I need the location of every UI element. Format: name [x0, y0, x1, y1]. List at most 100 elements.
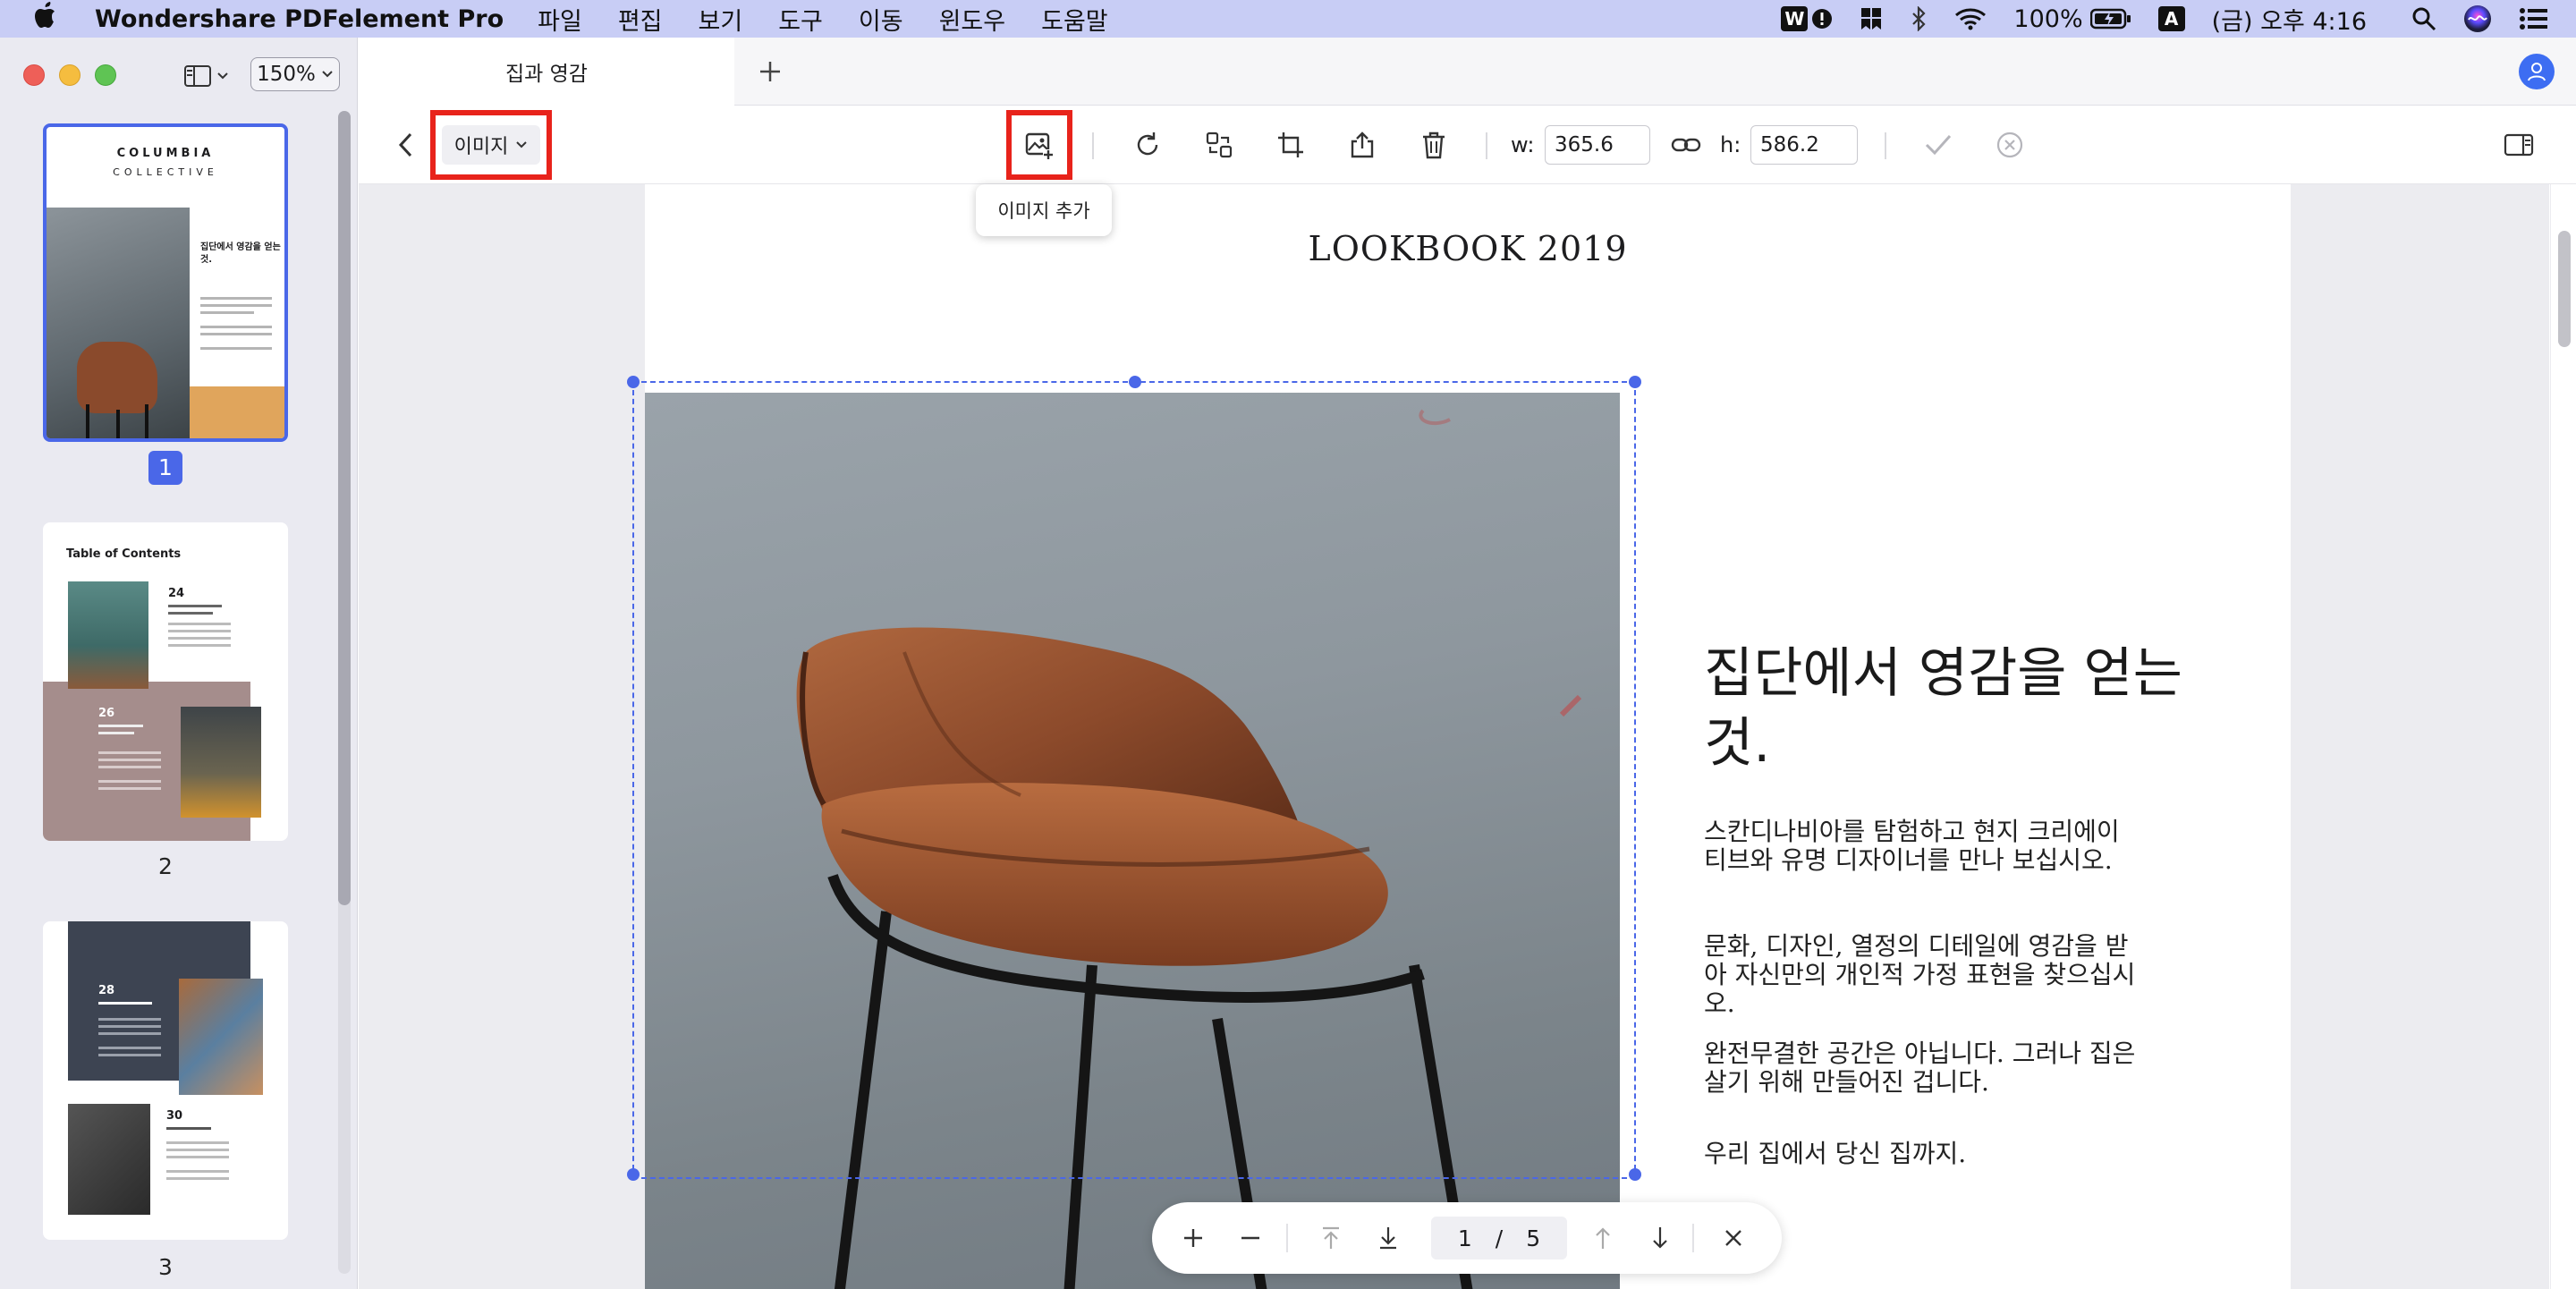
menu-window[interactable]: 윈도우: [939, 2, 1006, 37]
workshop-image: [179, 979, 263, 1095]
document-scrollbar-track[interactable]: [2550, 184, 2576, 1289]
apple-icon[interactable]: [34, 1, 70, 37]
alert-status-icon[interactable]: [1811, 8, 1833, 30]
first-page-button[interactable]: [1311, 1218, 1351, 1258]
minus-icon: [1241, 1236, 1259, 1240]
replace-icon: [1206, 131, 1233, 158]
trash-icon: [1423, 131, 1445, 159]
zoom-out-button[interactable]: [1231, 1218, 1270, 1258]
height-input[interactable]: 586.2: [1750, 125, 1858, 165]
bookmark-status-icon[interactable]: [1860, 6, 1883, 31]
page-navigation-bar: 1 / 5: [1152, 1202, 1782, 1274]
app-name-menu[interactable]: Wondershare PDFelement Pro: [95, 5, 504, 33]
rotate-button[interactable]: [1128, 125, 1167, 165]
add-image-tooltip: 이미지 추가: [976, 184, 1112, 236]
spotlight-search-icon[interactable]: [2411, 6, 2436, 31]
sidebar-view-toggle[interactable]: [179, 61, 234, 91]
paragraph-2[interactable]: 문화, 디자인, 열정의 디테일에 영감을 받아 자신만의 개인적 가정 표현을…: [1704, 932, 2142, 1018]
new-tab-button[interactable]: [752, 54, 788, 89]
menu-tools[interactable]: 도구: [778, 2, 823, 37]
menu-edit[interactable]: 편집: [618, 2, 663, 37]
close-circle-icon: [1996, 131, 2023, 158]
height-label: h:: [1720, 132, 1741, 157]
account-button[interactable]: [2519, 54, 2555, 89]
current-page-input[interactable]: 1: [1458, 1225, 1472, 1251]
close-navigation-button[interactable]: [1714, 1218, 1753, 1258]
chevron-down-icon: [516, 141, 528, 148]
page-separator: /: [1495, 1225, 1504, 1251]
checkmark-icon: [1925, 134, 1952, 156]
window-minimize-button[interactable]: [59, 64, 80, 86]
sidebar-scrollbar-thumb[interactable]: [338, 111, 351, 905]
menu-help[interactable]: 도움말: [1041, 2, 1108, 37]
document-canvas[interactable]: LOOKBOOK 2019 집단에서 영감을 얻는것. 스칸디나비아를 탐험하고…: [359, 184, 2549, 1289]
total-pages: 5: [1526, 1225, 1541, 1251]
paragraph-1[interactable]: 스칸디나비아를 탐험하고 현지 크리에이티브와 유명 디자이너를 만나 보십시오…: [1704, 818, 2142, 875]
thumb-1-subtitle: COLLECTIVE: [113, 166, 218, 178]
previous-page-button[interactable]: [1583, 1218, 1623, 1258]
paragraph-4[interactable]: 우리 집에서 당신 집까지.: [1704, 1140, 2142, 1168]
pdf-page[interactable]: LOOKBOOK 2019 집단에서 영감을 얻는것. 스칸디나비아를 탐험하고…: [645, 184, 2291, 1289]
replace-image-button[interactable]: [1199, 125, 1239, 165]
lock-aspect-ratio-button[interactable]: [1666, 125, 1706, 165]
zoom-select[interactable]: 150%: [250, 57, 340, 91]
page-number-2: 2: [158, 853, 173, 879]
confirm-button[interactable]: [1919, 125, 1958, 165]
last-page-button[interactable]: [1368, 1218, 1408, 1258]
menu-go[interactable]: 이동: [859, 2, 903, 37]
crop-button[interactable]: [1271, 125, 1310, 165]
window-close-button[interactable]: [23, 64, 45, 86]
battery-percent: 100%: [2013, 4, 2083, 33]
sofa-image: [68, 581, 148, 689]
wondershare-status-icon[interactable]: W: [1781, 6, 1809, 31]
back-button[interactable]: [387, 125, 423, 165]
chair-photo[interactable]: [645, 393, 1620, 1289]
clock[interactable]: (금) 오후 4:16: [2212, 2, 2367, 37]
resize-handle-bottom-left[interactable]: [627, 1168, 640, 1181]
page-indicator[interactable]: 1 / 5: [1431, 1217, 1567, 1259]
page-heading[interactable]: 집단에서 영감을 얻는것.: [1704, 639, 2205, 778]
chair-image: [181, 707, 261, 818]
siri-icon[interactable]: [2463, 4, 2492, 33]
cancel-button[interactable]: [1990, 125, 2029, 165]
page-thumbnail-1[interactable]: COLUMBIA COLLECTIVE 집단에서 영감을 얻는것.: [43, 123, 288, 442]
chair-image: [77, 342, 157, 413]
page-thumbnail-3[interactable]: 28 30: [43, 921, 288, 1240]
menu-file[interactable]: 파일: [538, 2, 582, 37]
delete-button[interactable]: [1414, 125, 1453, 165]
paragraph-3[interactable]: 완전무결한 공간은 아닙니다. 그러나 집은 살기 위해 만들어진 겁니다.: [1704, 1039, 2142, 1097]
tab-bar: 집과 영감: [359, 38, 2576, 106]
add-image-button[interactable]: [1006, 110, 1072, 180]
bluetooth-icon[interactable]: [1910, 6, 1928, 31]
image-edit-toolbar: 이미지 w: 365.6 h: 586.2: [359, 106, 2576, 184]
extract-image-button[interactable]: [1343, 125, 1382, 165]
page-number-3: 3: [158, 1254, 173, 1280]
arrow-down-icon: [1653, 1227, 1667, 1249]
window-zoom-button[interactable]: [95, 64, 116, 86]
chevron-left-icon: [398, 132, 412, 157]
edit-mode-select[interactable]: 이미지: [430, 110, 552, 180]
battery-icon[interactable]: [2089, 8, 2131, 30]
next-page-button[interactable]: [1640, 1218, 1680, 1258]
tab-document[interactable]: 집과 영감: [359, 38, 734, 106]
thumb-1-photo: [47, 208, 190, 438]
user-icon: [2528, 63, 2546, 81]
right-panel-toggle[interactable]: [2497, 125, 2540, 165]
resize-handle-top-left[interactable]: [627, 376, 640, 388]
page-thumbnail-2[interactable]: Table of Contents 24 26: [43, 522, 288, 841]
input-source-icon[interactable]: A: [2157, 6, 2185, 31]
sidebar-layout-icon: [184, 65, 211, 87]
width-label: w:: [1511, 132, 1535, 157]
control-center-icon[interactable]: [2519, 7, 2549, 30]
wifi-icon[interactable]: [1954, 7, 1987, 30]
crop-icon: [1278, 132, 1303, 157]
document-scrollbar-thumb[interactable]: [2558, 231, 2571, 347]
page-title[interactable]: LOOKBOOK 2019: [645, 229, 2291, 268]
zoom-in-button[interactable]: [1174, 1218, 1213, 1258]
tab-title: 집과 영감: [505, 63, 588, 86]
menu-view[interactable]: 보기: [699, 2, 743, 37]
rotate-icon: [1137, 132, 1158, 156]
plus-icon: [760, 62, 780, 81]
width-input[interactable]: 365.6: [1545, 125, 1650, 165]
chevron-down-icon: [217, 72, 228, 80]
